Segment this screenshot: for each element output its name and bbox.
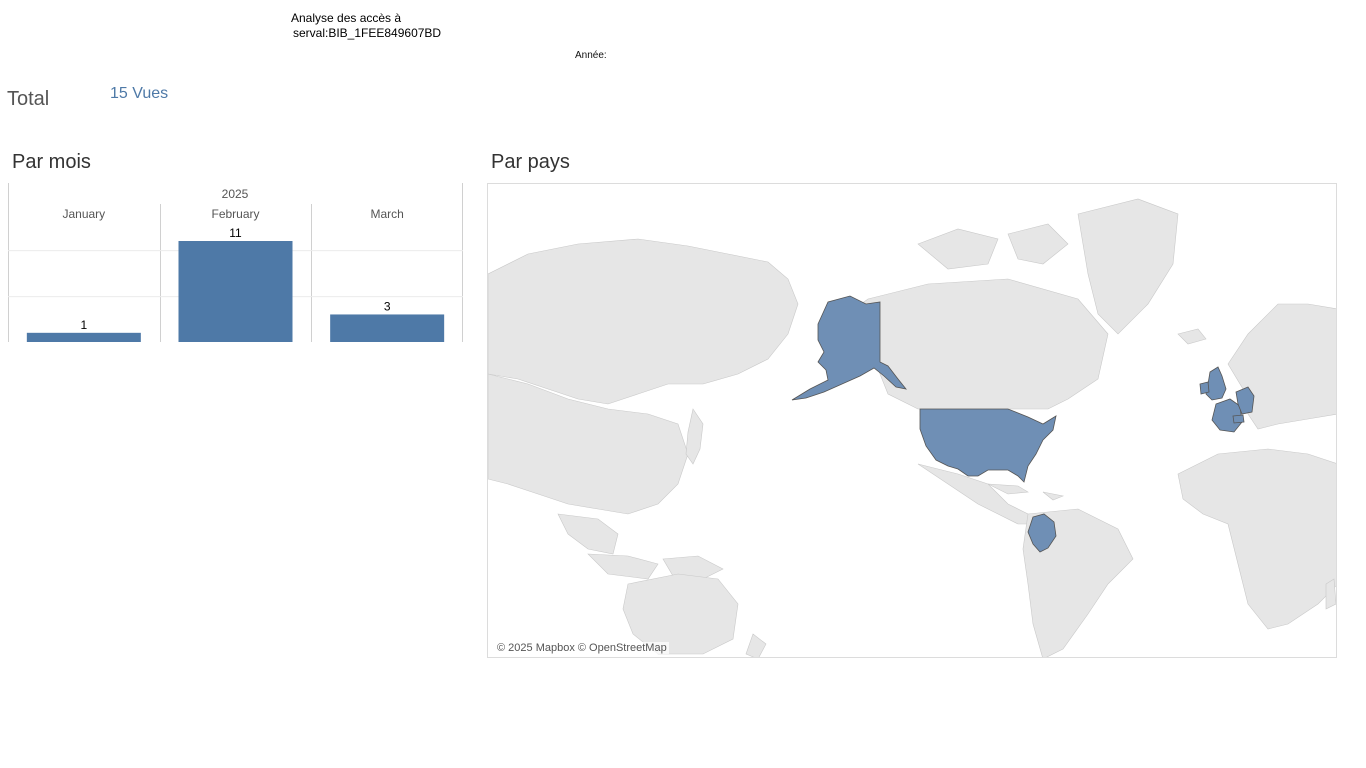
page-title-line1: Analyse des accès à xyxy=(291,11,402,25)
world-map[interactable] xyxy=(488,184,1337,658)
bar-value-label: 11 xyxy=(229,226,242,240)
year-group-label: 2025 xyxy=(222,187,249,201)
month-bar[interactable] xyxy=(330,314,445,342)
country-united-kingdom[interactable] xyxy=(1205,366,1227,401)
country-map[interactable]: © 2025 Mapbox © OpenStreetMap xyxy=(487,183,1337,658)
month-label: January xyxy=(62,207,105,221)
total-label: Total xyxy=(7,88,50,110)
map-base-land xyxy=(488,198,1336,657)
by-country-title: Par pays xyxy=(491,151,570,173)
month-bar[interactable] xyxy=(26,332,141,342)
dashboard: Analyse des accès à serval:BIB_1FEE84960… xyxy=(0,0,1366,768)
month-label: March xyxy=(370,207,403,221)
bar-value-label: 1 xyxy=(80,318,87,332)
map-attribution: © 2025 Mapbox © OpenStreetMap xyxy=(495,642,669,654)
page-title-line2: serval:BIB_1FEE849607BD xyxy=(293,26,442,40)
bar-value-label: 3 xyxy=(384,299,391,313)
country-ireland[interactable] xyxy=(1199,381,1210,395)
page-title: Analyse des accès à serval:BIB_1FEE84960… xyxy=(291,11,441,41)
total-views-value[interactable]: 15 Vues xyxy=(110,85,168,103)
month-bar[interactable] xyxy=(178,241,293,342)
by-month-title: Par mois xyxy=(12,151,91,173)
month-label: February xyxy=(211,207,259,221)
monthly-bar-chart[interactable]: 2025 January 1 February 11 March 3 xyxy=(8,183,464,343)
year-filter-label[interactable]: Année: xyxy=(575,50,607,61)
country-switzerland[interactable] xyxy=(1232,414,1245,424)
